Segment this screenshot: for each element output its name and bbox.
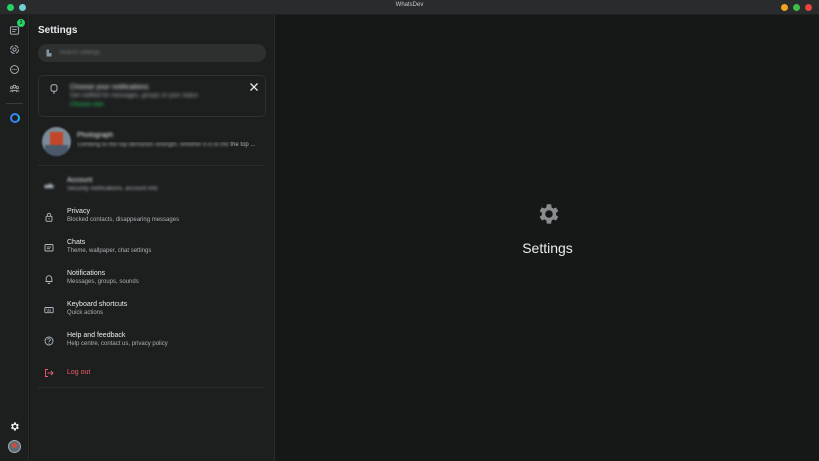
menu-label: Keyboard shortcuts (67, 301, 128, 308)
notif-description: Get notified for messages, groups or you… (70, 93, 199, 99)
menu-label: Help and feedback (67, 332, 126, 339)
menu-label: Privacy (67, 208, 90, 215)
menu-desc: Security notifications, account info (67, 186, 158, 192)
rail-meta-ai-button[interactable] (7, 110, 22, 125)
search-input[interactable] (59, 48, 259, 58)
close-icon[interactable] (249, 82, 259, 92)
profile-avatar (42, 127, 71, 156)
nav-rail: 3 (0, 15, 29, 461)
menu-desc: Theme, wallpaper, chat settings (67, 248, 152, 254)
window-titlebar: WhatsDev (0, 0, 819, 15)
menu-label: Chats (67, 239, 86, 246)
main-placeholder: Settings (276, 15, 819, 461)
rail-chats-button[interactable]: 3 (7, 19, 25, 38)
key-icon (44, 183, 54, 188)
notif-text-block: Choose your notifications Get notified f… (70, 83, 198, 110)
logout-icon (45, 369, 54, 377)
main-title: Settings (522, 240, 573, 256)
menu-item-keyboard-shortcuts[interactable]: Keyboard shortcuts Quick actions (38, 297, 266, 325)
help-icon (44, 336, 54, 346)
minimize-button[interactable] (781, 4, 788, 11)
unread-badge: 3 (17, 19, 25, 27)
bell-icon (45, 275, 53, 284)
menu-item-account[interactable]: Account Security notifications, account … (38, 173, 266, 201)
search-box[interactable] (38, 44, 266, 62)
menu-desc: Quick actions (67, 310, 104, 316)
menu-item-chats[interactable]: Chats Theme, wallpaper, chat settings (38, 235, 266, 263)
profile-row[interactable]: Photograph Climbing to the top demands s… (40, 125, 266, 159)
profile-about: Climbing to the top demands strength, wh… (77, 142, 263, 148)
settings-gear-icon (539, 204, 559, 224)
close-window-button[interactable] (805, 4, 812, 11)
menu-desc: Blocked contacts, disappearing messages (67, 217, 180, 223)
section-divider (38, 165, 264, 166)
settings-panel: Settings Choose your notifications Get n… (30, 15, 275, 461)
keyboard-icon (44, 307, 54, 314)
lock-icon (45, 212, 53, 222)
logout-button[interactable]: Log out (38, 360, 266, 388)
panel-title: Settings (38, 25, 78, 36)
rail-communities-button[interactable] (7, 81, 22, 96)
status-icon (10, 45, 19, 54)
menu-desc: Messages, groups, sounds (67, 279, 139, 285)
profile-name: Photograph (77, 132, 114, 139)
maximize-button[interactable] (793, 4, 800, 11)
rail-divider (6, 103, 23, 104)
menu-item-help[interactable]: Help and feedback Help centre, contact u… (38, 328, 266, 356)
search-icon (46, 49, 52, 57)
communities-icon (9, 84, 20, 93)
profile-about-hidden: Climbing to the top demands strength, wh… (77, 142, 229, 148)
bell-outline-icon (50, 84, 58, 94)
menu-item-notifications[interactable]: Notifications Messages, groups, sounds (38, 266, 266, 294)
rail-status-button[interactable] (7, 42, 22, 57)
notif-link[interactable]: Choose now (70, 101, 198, 110)
channels-icon (10, 65, 19, 74)
window-title: WhatsDev (395, 2, 424, 8)
menu-label: Notifications (67, 270, 106, 277)
menu-item-privacy[interactable]: Privacy Blocked contacts, disappearing m… (38, 204, 266, 232)
bottom-divider (38, 387, 264, 388)
settings-gear-icon (10, 422, 19, 431)
notifications-promo-card[interactable]: Choose your notifications Get notified f… (38, 75, 266, 117)
rail-channels-button[interactable] (7, 62, 22, 77)
logout-label: Log out (67, 369, 91, 376)
menu-desc: Help centre, contact us, privacy policy (67, 341, 168, 347)
rail-settings-button[interactable] (7, 419, 22, 434)
notif-title: Choose your notifications (70, 84, 149, 91)
profile-about-visible: the top ... (230, 142, 256, 148)
menu-label: Account (67, 177, 93, 184)
meta-ai-icon (9, 112, 20, 123)
profile-avatar-button[interactable] (8, 440, 21, 453)
chat-icon (44, 244, 54, 252)
